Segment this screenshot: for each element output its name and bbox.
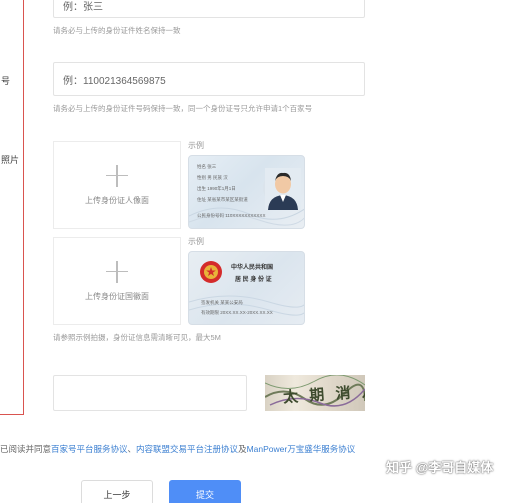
submit-button[interactable]: 提交 [169, 480, 241, 503]
agreement-link-baijiahao[interactable]: 百家号平台服务协议 [51, 444, 128, 454]
prev-step-button[interactable]: 上一步 [81, 480, 153, 503]
card-back-title: 居 民 身 份 证 [235, 277, 272, 283]
sample-label-front: 示例 [188, 141, 204, 150]
upload-id-back-button[interactable]: 上传身份证国徽面 [53, 237, 181, 325]
plus-icon [106, 164, 128, 187]
captcha-input[interactable] [53, 375, 247, 411]
national-emblem-icon [200, 261, 222, 283]
agreement-sep-2: 及 [238, 444, 247, 454]
card-front-gender-line: 性别 男 民族 汉 [197, 175, 228, 180]
card-front-birth-line: 出生 1990年1月1日 [197, 186, 236, 191]
card-back-validity: 有效期限 20XX.XX.XX-20XX.XX.XX [201, 310, 273, 315]
upload-id-front-button[interactable]: 上传身份证人像面 [53, 141, 181, 229]
agreement-link-manpower[interactable]: ManPower万宝盛华服务协议 [247, 444, 356, 454]
agreement-sep-1: 、 [127, 444, 137, 454]
card-front-address-line: 住址 某省某市某区某街道 [197, 197, 248, 202]
portrait-photo-icon [265, 168, 301, 210]
name-hint: 请务必与上传的身份证件姓名保持一致 [53, 26, 181, 35]
watermark: 知乎 @李哥自媒体 [386, 460, 494, 475]
card-back-country: 中华人民共和国 [231, 265, 274, 271]
id-number-label-fragment: 号 [1, 76, 11, 86]
agreement-prefix: 已阅读并同意 [0, 444, 52, 454]
card-front-id-line: 公民身份号码 110XXXXXXXXXXX [197, 213, 266, 218]
card-back-authority: 签发机关 某某公安局 [201, 300, 243, 305]
agreement-link-content-alliance[interactable]: 内容联盟交易平台注册协议 [136, 444, 238, 454]
sample-id-card-back: 中华人民共和国 居 民 身 份 证 签发机关 某某公安局 有效期限 20XX.X… [188, 251, 305, 325]
card-front-name-line: 姓名 张三 [197, 164, 217, 169]
name-input[interactable]: 例：张三 [53, 0, 365, 18]
id-number-input[interactable]: 例：110021364569875 [53, 62, 365, 96]
id-number-placeholder: 例：110021364569875 [63, 75, 166, 87]
plus-icon [106, 260, 128, 283]
id-number-hint: 请务必与上传的身份证件号码保持一致，同一个身份证号只允许申请1个百家号 [53, 104, 313, 113]
photo-label-fragment: 照片 [1, 155, 20, 165]
upload-id-front-label: 上传身份证人像面 [85, 195, 149, 205]
sample-id-card-front: 姓名 张三 性别 男 民族 汉 出生 1990年1月1日 住址 某省某市某区某街… [188, 155, 305, 229]
name-placeholder: 例：张三 [63, 1, 103, 13]
upload-hint: 请参照示例拍摄，身份证信息需清晰可见，最大5M [53, 333, 221, 342]
form-label-panel [0, 0, 24, 415]
agreement-text: 已阅读并同意百家号平台服务协议、内容联盟交易平台注册协议及ManPower万宝盛… [0, 443, 355, 455]
upload-id-back-label: 上传身份证国徽面 [85, 291, 149, 301]
captcha-image[interactable]: 太 期 消 八 [265, 375, 365, 411]
sample-label-back: 示例 [188, 237, 204, 246]
